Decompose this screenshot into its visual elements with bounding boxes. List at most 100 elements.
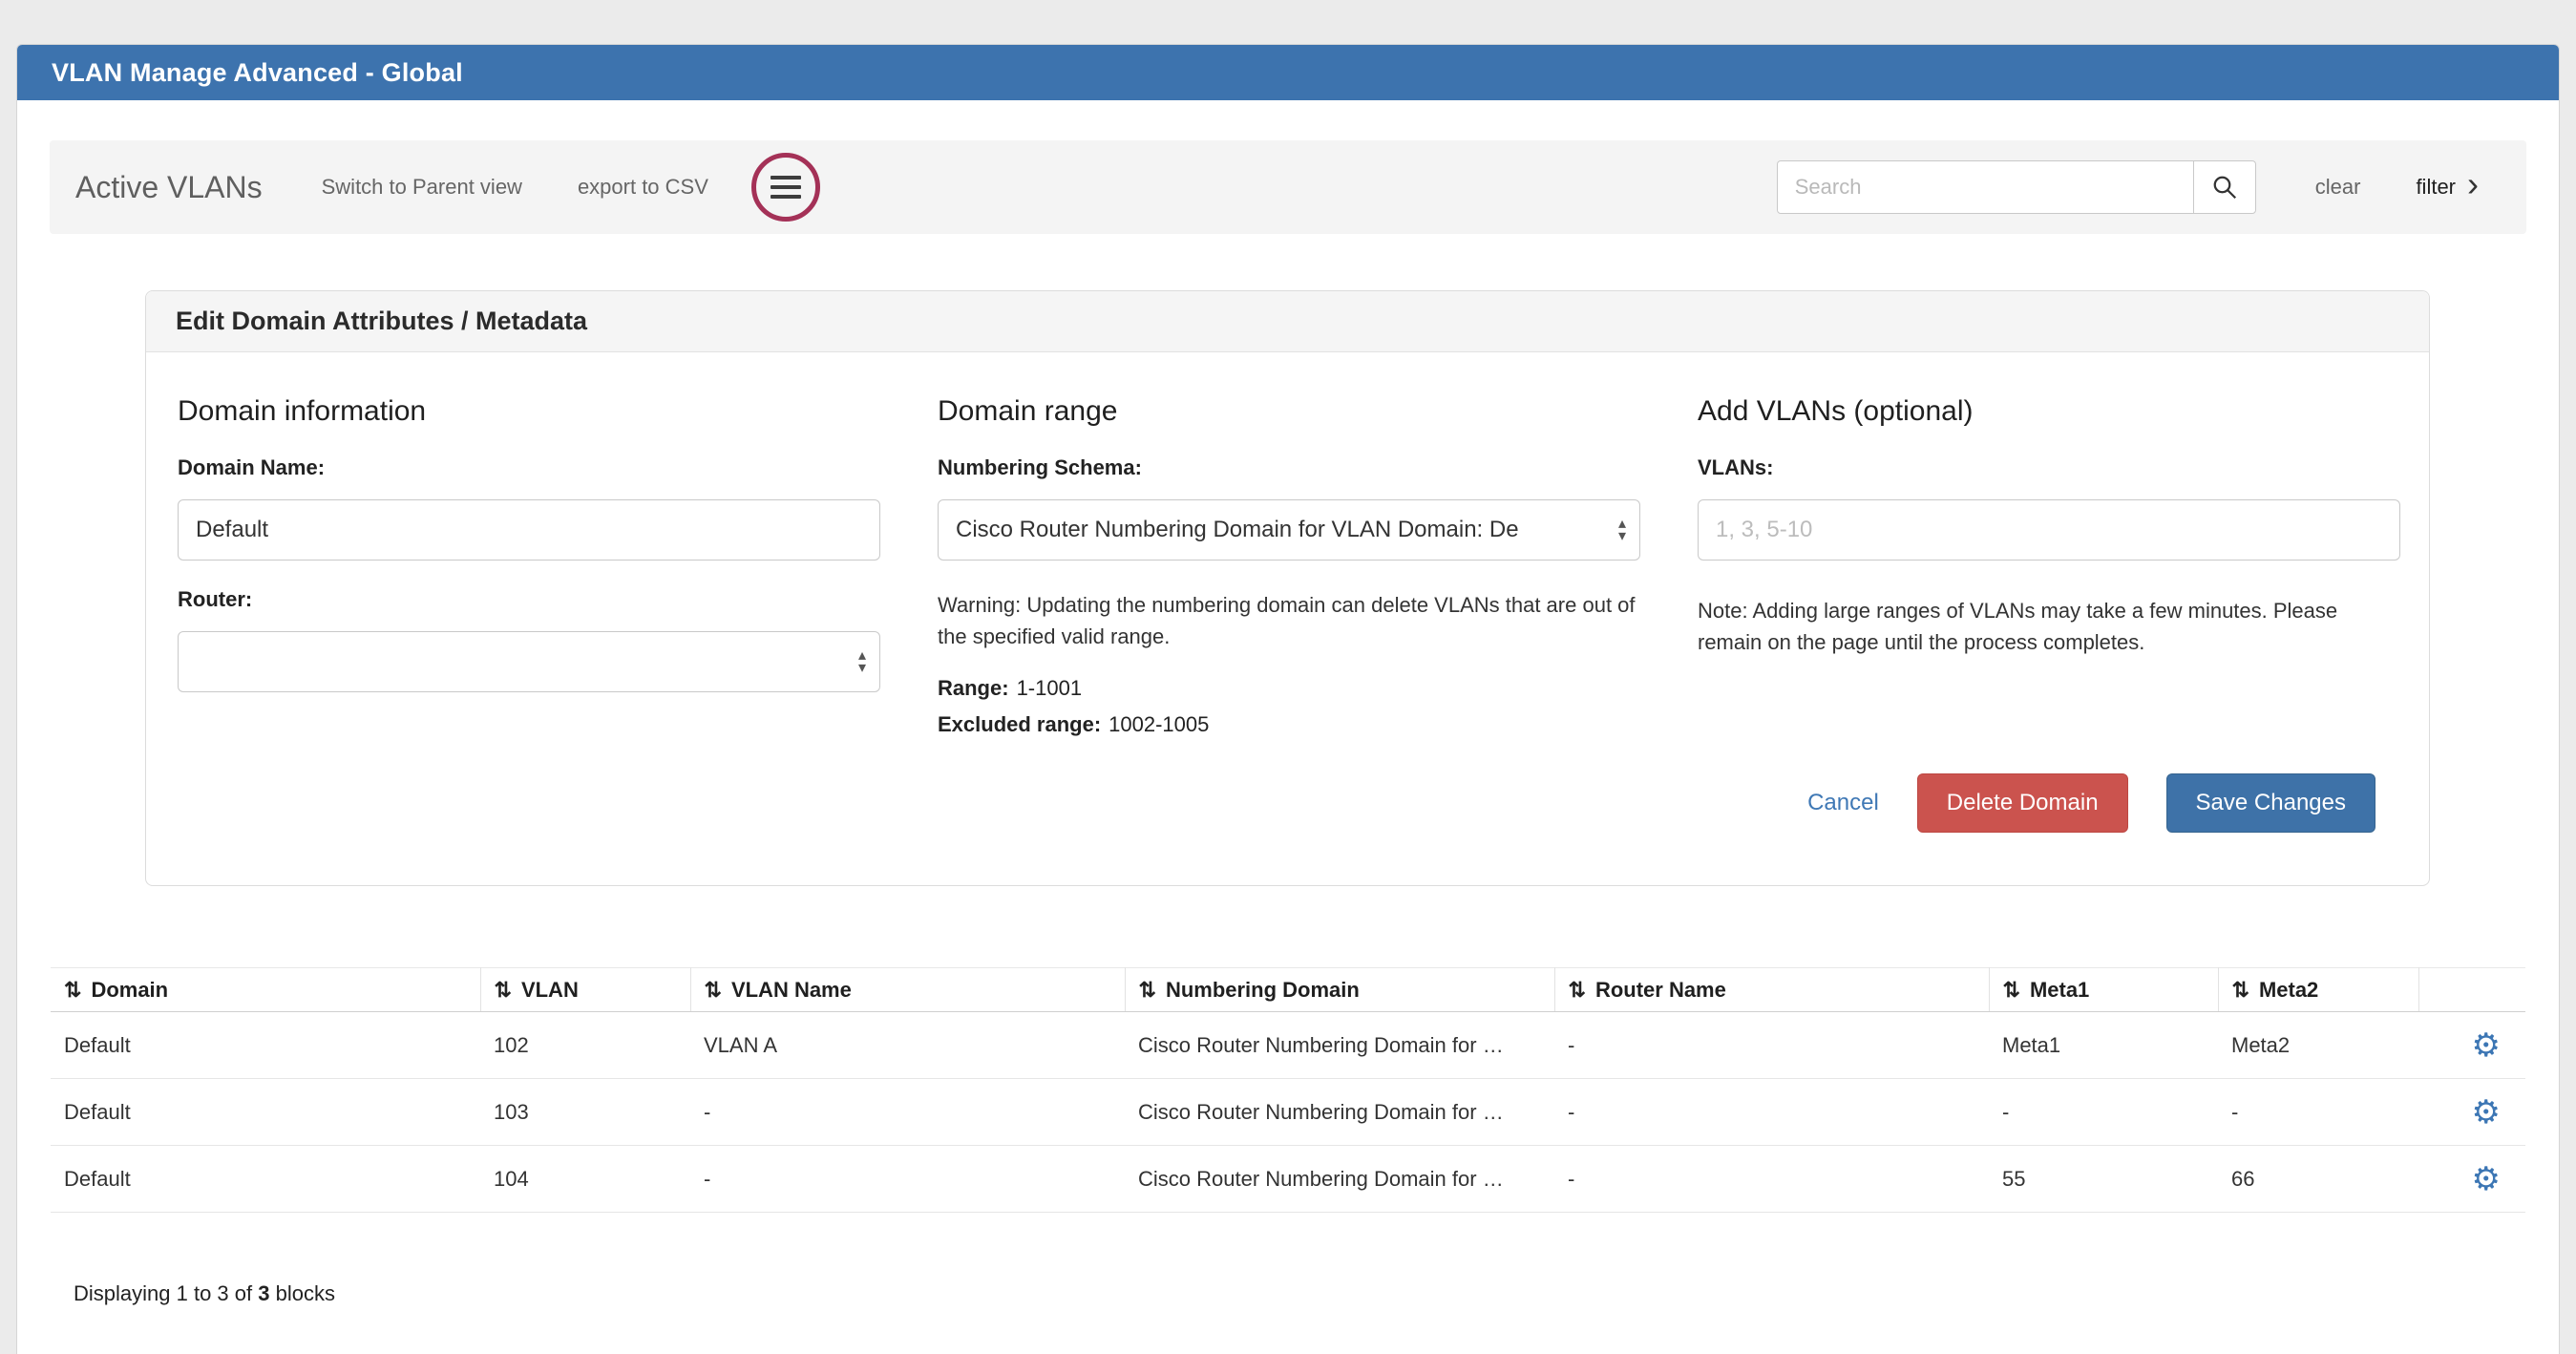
domain-information-heading: Domain information bbox=[178, 394, 880, 429]
sort-icon[interactable]: ⇅ bbox=[1569, 978, 1586, 1002]
cell-meta2: Meta2 bbox=[2218, 1012, 2418, 1079]
table-footer: Displaying 1 to 3 of 3 blocks bbox=[74, 1281, 2525, 1344]
sort-icon[interactable]: ⇅ bbox=[2232, 978, 2249, 1002]
cell-actions: ⚙ bbox=[2418, 1012, 2525, 1079]
table-row: Default 104 - Cisco Router Numbering Dom… bbox=[51, 1146, 2525, 1213]
cell-router-name: - bbox=[1554, 1079, 1989, 1146]
menu-icon bbox=[771, 176, 801, 199]
column-header-actions bbox=[2418, 968, 2525, 1012]
menu-button[interactable] bbox=[751, 153, 820, 222]
numbering-domain-warning: Warning: Updating the numbering domain c… bbox=[938, 589, 1640, 652]
cell-numbering-domain: Cisco Router Numbering Domain for … bbox=[1125, 1079, 1554, 1146]
search-icon bbox=[2210, 173, 2239, 201]
cell-vlan: 102 bbox=[480, 1012, 690, 1079]
vlans-field[interactable] bbox=[1698, 499, 2400, 561]
panel-actions: Cancel Delete Domain Save Changes bbox=[178, 773, 2375, 833]
cell-vlan-name: VLAN A bbox=[690, 1012, 1125, 1079]
add-vlans-note: Note: Adding large ranges of VLANs may t… bbox=[1698, 595, 2400, 658]
table-row: Default 103 - Cisco Router Numbering Dom… bbox=[51, 1079, 2525, 1146]
domain-range-heading: Domain range bbox=[938, 394, 1640, 429]
cell-domain: Default bbox=[51, 1146, 480, 1213]
table-header-row: ⇅Domain ⇅VLAN ⇅VLAN Name ⇅Numbering Doma… bbox=[51, 968, 2525, 1012]
vlans-table: ⇅Domain ⇅VLAN ⇅VLAN Name ⇅Numbering Doma… bbox=[51, 967, 2525, 1213]
domain-information-column: Domain information Domain Name: Router: … bbox=[178, 394, 880, 737]
cell-router-name: - bbox=[1554, 1146, 1989, 1213]
panel-body: Domain information Domain Name: Router: … bbox=[146, 352, 2429, 885]
cancel-button[interactable]: Cancel bbox=[1807, 790, 1879, 816]
numbering-schema-label: Numbering Schema: bbox=[938, 455, 1640, 480]
table-row: Default 102 VLAN A Cisco Router Numberin… bbox=[51, 1012, 2525, 1079]
export-to-csv-link[interactable]: export to CSV bbox=[578, 175, 708, 200]
column-header-vlan: ⇅VLAN bbox=[480, 968, 690, 1012]
page-title: VLAN Manage Advanced - Global bbox=[52, 58, 463, 88]
cell-router-name: - bbox=[1554, 1012, 1989, 1079]
search-button[interactable] bbox=[2193, 160, 2256, 214]
cell-actions: ⚙ bbox=[2418, 1146, 2525, 1213]
column-header-vlan-name: ⇅VLAN Name bbox=[690, 968, 1125, 1012]
section-title-active-vlans: Active VLANs bbox=[75, 170, 263, 205]
excluded-range-label: Excluded range: bbox=[938, 712, 1101, 736]
gear-icon[interactable]: ⚙ bbox=[2472, 1027, 2501, 1064]
cell-meta1: Meta1 bbox=[1989, 1012, 2218, 1079]
router-select[interactable]: ▴▾ bbox=[178, 631, 880, 692]
add-vlans-heading: Add VLANs (optional) bbox=[1698, 394, 2400, 429]
cell-actions: ⚙ bbox=[2418, 1079, 2525, 1146]
footer-total: 3 bbox=[258, 1281, 269, 1305]
clear-filter-link[interactable]: clear bbox=[2315, 175, 2361, 200]
cell-domain: Default bbox=[51, 1079, 480, 1146]
cell-numbering-domain: Cisco Router Numbering Domain for … bbox=[1125, 1146, 1554, 1213]
panel-title: Edit Domain Attributes / Metadata bbox=[176, 307, 587, 336]
footer-prefix: Displaying 1 to 3 of bbox=[74, 1281, 258, 1305]
cell-meta2: 66 bbox=[2218, 1146, 2418, 1213]
column-header-meta1: ⇅Meta1 bbox=[1989, 968, 2218, 1012]
domain-range-column: Domain range Numbering Schema: Cisco Rou… bbox=[938, 394, 1640, 737]
footer-suffix: blocks bbox=[269, 1281, 334, 1305]
panel-header: Edit Domain Attributes / Metadata bbox=[146, 291, 2429, 352]
gear-icon[interactable]: ⚙ bbox=[2472, 1161, 2501, 1197]
router-label: Router: bbox=[178, 587, 880, 612]
excluded-range-value: 1002-1005 bbox=[1109, 712, 1209, 736]
sort-icon[interactable]: ⇅ bbox=[705, 978, 722, 1002]
add-vlans-column: Add VLANs (optional) VLANs: Note: Adding… bbox=[1698, 394, 2400, 737]
search-input[interactable] bbox=[1777, 160, 2194, 214]
cell-domain: Default bbox=[51, 1012, 480, 1079]
cell-meta1: - bbox=[1989, 1079, 2218, 1146]
switch-to-parent-view-link[interactable]: Switch to Parent view bbox=[322, 175, 522, 200]
column-header-router-name: ⇅Router Name bbox=[1554, 968, 1989, 1012]
sort-icon[interactable]: ⇅ bbox=[2003, 978, 2020, 1002]
excluded-range-line: Excluded range: 1002-1005 bbox=[938, 712, 1640, 737]
edit-domain-panel: Edit Domain Attributes / Metadata Domain… bbox=[145, 290, 2430, 886]
cell-meta1: 55 bbox=[1989, 1146, 2218, 1213]
cell-vlan-name: - bbox=[690, 1146, 1125, 1213]
vlans-label: VLANs: bbox=[1698, 455, 2400, 480]
select-arrows-icon: ▴▾ bbox=[858, 649, 866, 674]
sort-icon[interactable]: ⇅ bbox=[64, 978, 81, 1002]
range-label: Range: bbox=[938, 676, 1009, 700]
column-header-meta2: ⇅Meta2 bbox=[2218, 968, 2418, 1012]
cell-vlan: 103 bbox=[480, 1079, 690, 1146]
range-line: Range: 1-1001 bbox=[938, 676, 1640, 701]
delete-domain-button[interactable]: Delete Domain bbox=[1917, 773, 2128, 833]
filter-toggle[interactable]: filter › bbox=[2416, 173, 2479, 201]
column-header-numbering-domain: ⇅Numbering Domain bbox=[1125, 968, 1554, 1012]
vlans-table-section: ⇅Domain ⇅VLAN ⇅VLAN Name ⇅Numbering Doma… bbox=[51, 967, 2525, 1344]
app-header: VLAN Manage Advanced - Global bbox=[17, 45, 2559, 100]
sort-icon[interactable]: ⇅ bbox=[1139, 978, 1156, 1002]
column-header-domain: ⇅Domain bbox=[51, 968, 480, 1012]
domain-name-field[interactable] bbox=[178, 499, 880, 561]
domain-name-label: Domain Name: bbox=[178, 455, 880, 480]
numbering-schema-select[interactable]: Cisco Router Numbering Domain for VLAN D… bbox=[938, 499, 1640, 561]
gear-icon[interactable]: ⚙ bbox=[2472, 1094, 2501, 1131]
save-changes-button[interactable]: Save Changes bbox=[2166, 773, 2375, 833]
page-card: VLAN Manage Advanced - Global Active VLA… bbox=[16, 44, 2560, 1354]
cell-numbering-domain: Cisco Router Numbering Domain for … bbox=[1125, 1012, 1554, 1079]
select-arrows-icon: ▴▾ bbox=[1618, 518, 1626, 542]
cell-vlan-name: - bbox=[690, 1079, 1125, 1146]
numbering-schema-value: Cisco Router Numbering Domain for VLAN D… bbox=[956, 517, 1519, 543]
sort-icon[interactable]: ⇅ bbox=[495, 978, 512, 1002]
chevron-right-icon: › bbox=[2467, 167, 2479, 201]
cell-meta2: - bbox=[2218, 1079, 2418, 1146]
cell-vlan: 104 bbox=[480, 1146, 690, 1213]
range-value: 1-1001 bbox=[1017, 676, 1083, 700]
search-group bbox=[1777, 160, 2256, 214]
